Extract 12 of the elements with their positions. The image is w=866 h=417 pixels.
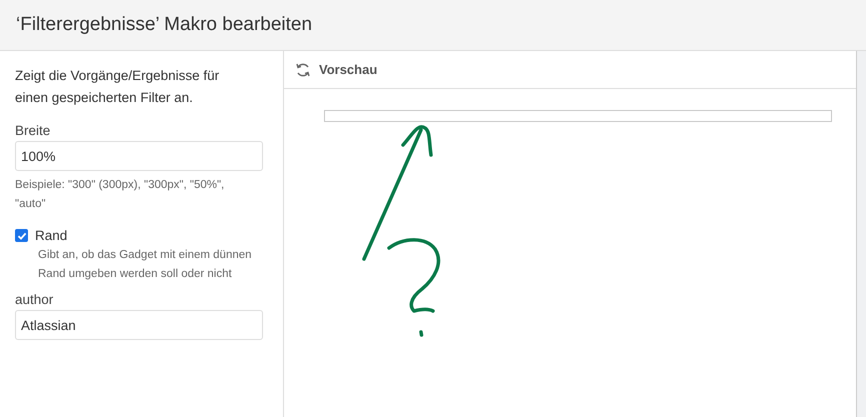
preview-title: Vorschau — [319, 62, 378, 77]
help-text: Gibt an, ob das Gadget mit einem dünnen Rand umgeben werden soll oder nicht — [38, 248, 253, 282]
field-label: author — [15, 292, 54, 307]
macro-description: Zeigt die Vorgänge/Ergebnisse für einen gespeicherten Filter an. — [15, 67, 220, 107]
checkbox-label: Rand — [35, 228, 68, 243]
field-label: Breite — [15, 123, 50, 138]
dialog-title: ‘Filterergebnisse’ Makro bearbeiten — [16, 14, 312, 36]
text-field[interactable]: 100% — [15, 141, 263, 171]
refresh-icon[interactable] — [295, 62, 311, 78]
text-field[interactable]: Atlassian — [15, 310, 263, 340]
checkbox[interactable] — [15, 229, 28, 242]
help-text: Beispiele: "300" (300px), "300px", "50%", "auto" — [15, 178, 226, 212]
